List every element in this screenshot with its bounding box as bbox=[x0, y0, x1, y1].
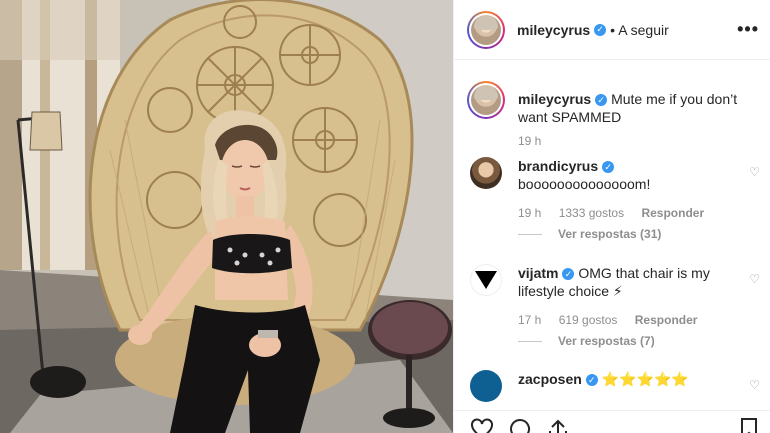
post-photo-illustration bbox=[0, 0, 453, 433]
post-photo[interactable] bbox=[0, 0, 453, 433]
commenter-username[interactable]: brandicyrus bbox=[518, 158, 598, 174]
commenter-avatar[interactable] bbox=[470, 370, 502, 402]
commenter-username[interactable]: vijatm bbox=[518, 265, 558, 281]
comment-body: vijatm ✓ OMG that chair is my lifestyle c… bbox=[518, 264, 740, 300]
commenter-username[interactable]: zacposen bbox=[518, 371, 582, 387]
author-username[interactable]: mileycyrus bbox=[517, 22, 590, 38]
comments-list: mileycyrus ✓ Mute me if you don’t want SP… bbox=[454, 60, 770, 410]
commenter-avatar[interactable] bbox=[470, 264, 502, 296]
like-heart-icon[interactable]: ♡ bbox=[749, 378, 760, 392]
author-avatar-photo bbox=[471, 14, 501, 45]
share-arrow-icon[interactable] bbox=[546, 417, 570, 433]
more-options-icon[interactable]: ••• bbox=[737, 20, 759, 38]
view-replies-label: Ver respostas (31) bbox=[558, 227, 662, 241]
comment-body: brandicyrus ✓ boooooooooooooom! bbox=[518, 157, 740, 193]
comment-likes[interactable]: 619 gostos bbox=[559, 313, 618, 327]
comment-text: boooooooooooooom! bbox=[518, 176, 651, 192]
verified-badge-icon: ✓ bbox=[562, 268, 575, 281]
comment-body: zacposen ✓ ⭐⭐⭐⭐⭐ bbox=[518, 370, 740, 388]
verified-badge-icon: ✓ bbox=[585, 374, 598, 387]
reply-button[interactable]: Responder bbox=[635, 313, 698, 327]
post-header: mileycyrus ✓ • A seguir ••• bbox=[454, 0, 770, 60]
like-heart-icon[interactable]: ♡ bbox=[749, 272, 760, 286]
verified-badge-icon: ✓ bbox=[602, 161, 615, 174]
comment-meta: 19 h 1333 gostos Responder bbox=[518, 206, 718, 220]
following-status[interactable]: • A seguir bbox=[610, 22, 669, 38]
caption-avatar[interactable] bbox=[467, 81, 505, 119]
like-heart-icon[interactable] bbox=[470, 417, 494, 433]
view-replies-label: Ver respostas (7) bbox=[558, 334, 655, 348]
verified-badge-icon: ✓ bbox=[594, 23, 607, 36]
comment-time[interactable]: 19 h bbox=[518, 206, 541, 220]
comment-likes[interactable]: 1333 gostos bbox=[559, 206, 624, 220]
caption-body: mileycyrus ✓ Mute me if you don’t want SP… bbox=[518, 90, 740, 126]
caption-username[interactable]: mileycyrus bbox=[518, 91, 591, 107]
reply-button[interactable]: Responder bbox=[641, 206, 704, 220]
comment-time[interactable]: 17 h bbox=[518, 313, 541, 327]
author-avatar[interactable] bbox=[467, 10, 505, 49]
post-actions bbox=[454, 410, 770, 433]
comment-bubble-icon[interactable] bbox=[508, 417, 532, 433]
caption-avatar-photo bbox=[471, 85, 501, 115]
caption-meta: 19 h bbox=[518, 134, 555, 148]
comment-text: ⭐⭐⭐⭐⭐ bbox=[601, 371, 689, 387]
view-replies-button[interactable]: Ver respostas (7) bbox=[518, 334, 655, 348]
post-sidebar: mileycyrus ✓ • A seguir ••• mileycyrus ✓ … bbox=[453, 0, 770, 433]
triangle-logo-icon bbox=[475, 271, 497, 289]
verified-badge-icon: ✓ bbox=[595, 94, 608, 107]
bookmark-icon[interactable] bbox=[737, 417, 761, 433]
comment-meta: 17 h 619 gostos Responder bbox=[518, 313, 711, 327]
view-replies-button[interactable]: Ver respostas (31) bbox=[518, 227, 661, 241]
commenter-avatar[interactable] bbox=[470, 157, 502, 189]
caption-time[interactable]: 19 h bbox=[518, 134, 541, 148]
like-heart-icon[interactable]: ♡ bbox=[749, 165, 760, 179]
